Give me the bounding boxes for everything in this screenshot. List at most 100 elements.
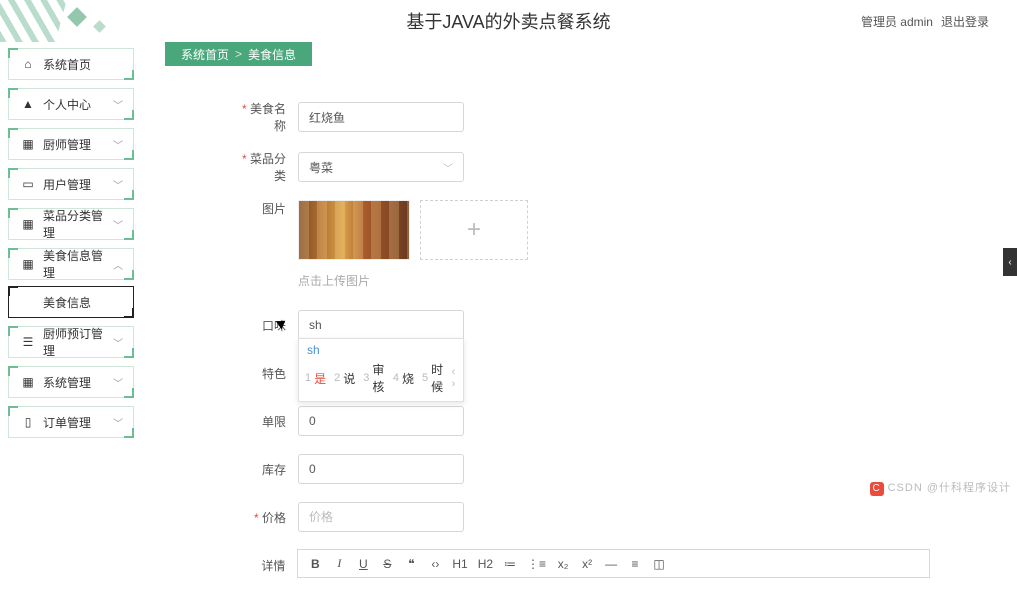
input-limit[interactable] xyxy=(298,406,464,436)
menu-icon: ▦ xyxy=(21,217,35,231)
rte-btn-11[interactable]: x² xyxy=(580,557,594,571)
input-taste[interactable] xyxy=(298,310,464,340)
sidebar-item-4[interactable]: ▦ 菜品分类管理﹀ xyxy=(8,208,134,240)
sidebar-item-5[interactable]: ▦ 美食信息管理︿ xyxy=(8,248,134,280)
menu-label: 用户管理 xyxy=(43,176,113,193)
ime-num: 2 xyxy=(334,372,340,384)
menu-label: 厨师管理 xyxy=(43,136,113,153)
menu-icon: ▦ xyxy=(21,375,35,389)
input-stock[interactable] xyxy=(298,454,464,484)
app-title: 基于JAVA的外卖点餐系统 xyxy=(406,8,610,34)
ime-pager[interactable]: ‹ › xyxy=(452,366,457,390)
rte-btn-4[interactable]: ❝ xyxy=(404,557,418,571)
crumb-current: 美食信息 xyxy=(248,46,296,63)
rte-btn-6[interactable]: H1 xyxy=(452,557,467,571)
select-category-value: 粤菜 xyxy=(309,159,333,176)
ime-candidate[interactable]: 时候 xyxy=(431,361,443,395)
menu-label: 美食信息管理 xyxy=(43,247,113,281)
rte-btn-13[interactable]: ≡ xyxy=(628,557,642,571)
rte-toolbar: BIUS ❝ ‹› H1 H2 ≔ ⋮≡ x₂ x² — ≡ ◫ xyxy=(298,550,929,577)
ime-num: 1 xyxy=(305,372,311,384)
breadcrumb: 系统首页 > 美食信息 xyxy=(165,42,312,66)
menu-icon: ▦ xyxy=(21,137,35,151)
label-limit: 单限 xyxy=(230,413,286,430)
menu-label: 订单管理 xyxy=(43,414,113,431)
rte-btn-14[interactable]: ◫ xyxy=(652,557,666,571)
chevron-left-icon: ‹ xyxy=(1008,257,1011,268)
label-name: 美食名称 xyxy=(230,100,286,134)
crumb-sep: > xyxy=(235,47,242,61)
menu-label: 厨师预订管理 xyxy=(43,325,113,359)
chevron-icon: ﹀ xyxy=(113,177,123,192)
label-stock: 库存 xyxy=(230,461,286,478)
menu-icon: ☰ xyxy=(21,335,35,349)
sidebar: ⌂系统首页▲个人中心﹀▦厨师管理﹀▭用户管理﹀▦菜品分类管理﹀▦美食信息管理︿美… xyxy=(0,42,140,452)
rte-btn-7[interactable]: H2 xyxy=(478,557,493,571)
input-name[interactable] xyxy=(298,102,464,132)
label-feature: 特色 xyxy=(230,365,286,382)
rte-btn-9[interactable]: ⋮≡ xyxy=(527,557,546,571)
chevron-icon: ﹀ xyxy=(113,217,123,232)
ime-num: 4 xyxy=(393,372,399,384)
ime-popup[interactable]: sh 1是2说3审核 4烧5时候 ‹ › xyxy=(298,338,464,402)
collapse-handle[interactable]: ‹ xyxy=(1003,248,1017,276)
menu-icon: ⌂ xyxy=(21,57,35,71)
sidebar-item-7[interactable]: ☰ 厨师预订管理﹀ xyxy=(8,326,134,358)
label-price: 价格 xyxy=(230,509,286,526)
chevron-icon: ︿ xyxy=(113,257,123,272)
menu-icon: ▭ xyxy=(21,177,35,191)
label-detail: 详情 xyxy=(230,549,285,574)
rte-btn-8[interactable]: ≔ xyxy=(503,557,517,571)
rte-btn-3[interactable]: S xyxy=(380,557,394,571)
menu-icon: ▦ xyxy=(21,257,35,271)
ime-candidate[interactable]: 烧 xyxy=(402,370,414,387)
chevron-icon: ﹀ xyxy=(113,375,123,390)
chevron-icon: ﹀ xyxy=(113,415,123,430)
menu-label: 美食信息 xyxy=(43,294,123,311)
select-category[interactable]: 粤菜 ﹀ xyxy=(298,152,464,182)
label-category: 菜品分类 xyxy=(230,150,286,184)
rte-btn-1[interactable]: I xyxy=(332,556,346,571)
ime-candidate[interactable]: 说 xyxy=(343,370,355,387)
sidebar-item-2[interactable]: ▦厨师管理﹀ xyxy=(8,128,134,160)
sidebar-item-1[interactable]: ▲个人中心﹀ xyxy=(8,88,134,120)
current-user[interactable]: 管理员 admin xyxy=(861,13,933,30)
ime-candidate[interactable]: 是 xyxy=(314,370,326,387)
label-image: 图片 xyxy=(230,200,286,217)
menu-label: 系统管理 xyxy=(43,374,113,391)
topbar: 基于JAVA的外卖点餐系统 管理员 admin 退出登录 xyxy=(0,0,1017,42)
food-form: 美食名称 菜品分类 粤菜 ﹀ 图片 + 点击上传图片 口味 sh 1是2说3审核… xyxy=(230,100,930,597)
rte-btn-0[interactable]: B xyxy=(308,557,322,571)
chevron-icon: ﹀ xyxy=(113,97,123,112)
ime-candidate[interactable]: 审核 xyxy=(372,361,384,395)
add-image-button[interactable]: + xyxy=(420,200,528,260)
rich-text-editor[interactable]: BIUS ❝ ‹› H1 H2 ≔ ⋮≡ x₂ x² — ≡ ◫ xyxy=(297,549,930,578)
rte-btn-12[interactable]: — xyxy=(604,557,618,571)
sidebar-item-6[interactable]: 美食信息 xyxy=(8,286,134,318)
menu-label: 系统首页 xyxy=(43,56,123,73)
rte-btn-5[interactable]: ‹› xyxy=(428,557,442,571)
watermark: CCSDN @什科程序设计 xyxy=(870,479,1011,496)
rte-btn-10[interactable]: x₂ xyxy=(556,557,570,571)
upload-tip[interactable]: 点击上传图片 xyxy=(298,272,930,289)
ime-num: 3 xyxy=(363,372,369,384)
sidebar-item-9[interactable]: ▯ 订单管理﹀ xyxy=(8,406,134,438)
sidebar-item-3[interactable]: ▭ 用户管理﹀ xyxy=(8,168,134,200)
ime-num: 5 xyxy=(422,372,428,384)
plus-icon: + xyxy=(467,216,481,244)
menu-label: 菜品分类管理 xyxy=(43,207,113,241)
logout-link[interactable]: 退出登录 xyxy=(941,13,989,30)
menu-icon: ▯ xyxy=(21,415,35,429)
sidebar-item-0[interactable]: ⌂ 系统首页 xyxy=(8,48,134,80)
crumb-home[interactable]: 系统首页 xyxy=(181,46,229,63)
chevron-icon: ﹀ xyxy=(113,335,123,350)
csdn-logo-icon: C xyxy=(870,482,884,496)
food-image-thumb[interactable] xyxy=(298,200,410,260)
chevron-down-icon: ﹀ xyxy=(443,160,453,175)
rte-btn-2[interactable]: U xyxy=(356,557,370,571)
label-taste: 口味 xyxy=(230,317,286,334)
input-price[interactable] xyxy=(298,502,464,532)
ime-input: sh xyxy=(305,341,457,359)
menu-label: 个人中心 xyxy=(43,96,113,113)
sidebar-item-8[interactable]: ▦ 系统管理﹀ xyxy=(8,366,134,398)
